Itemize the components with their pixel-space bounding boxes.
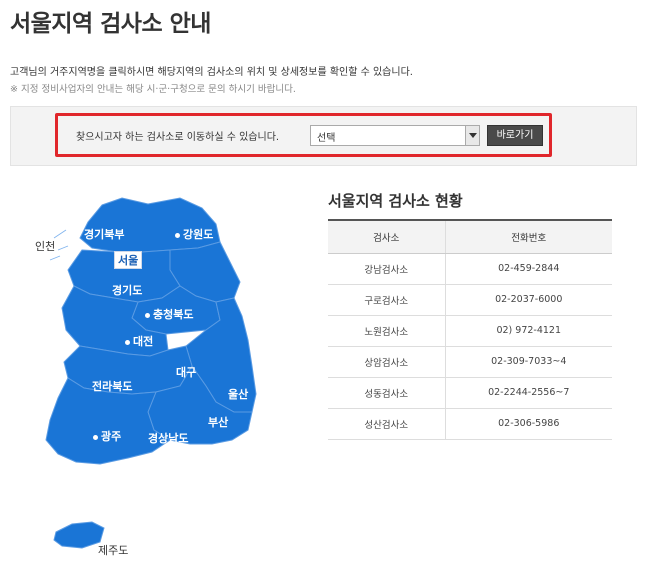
map-label-gyeongnam[interactable]: 경상남도 [148,430,188,446]
table-row: 상암검사소 02-309-7033~4 [328,346,612,378]
station-phone: 02-2037-6000 [445,284,612,316]
map-label-gyeonggi[interactable]: 경기도 [112,282,142,298]
table-row: 성동검사소 02-2244-2556~7 [328,377,612,409]
map-label-daegu[interactable]: 대구 [176,364,196,380]
table-header-row: 검사소 전화번호 [328,219,612,254]
column-header-station: 검사소 [328,219,446,254]
korea-map-graphic [45,197,257,549]
page-title: 서울지역 검사소 안내 [10,11,211,37]
map-label-ulsan[interactable]: 울산 [228,386,248,402]
map-region-north[interactable] [79,197,221,253]
station-name: 강남검사소 [328,253,446,285]
location-dot-icon [93,434,98,440]
notice-text: ※ 지정 정비사업자의 안내는 해당 시·군·구청으로 문의 하시기 바랍니다. [10,84,296,95]
map-label-jeju[interactable]: 제주도 [98,542,128,558]
search-highlight-box: 찾으시고자 하는 검사소로 이동하실 수 있습니다. 선택 바로가기 [55,113,552,157]
location-dot-icon [175,232,180,238]
status-table: 검사소 전화번호 강남검사소 02-459-2844 구로검사소 02-2037… [328,219,612,440]
intro-text: 고객님의 거주지역명을 클릭하시면 해당지역의 검사소의 위치 및 상세정보를 … [10,67,413,78]
map-label-gwangju[interactable]: 광주 [90,428,121,444]
search-panel: 찾으시고자 하는 검사소로 이동하실 수 있습니다. 선택 바로가기 [10,106,637,166]
map-label-daejeon[interactable]: 대전 [122,333,153,349]
station-name: 성산검사소 [328,408,446,440]
station-phone: 02-306-5986 [445,408,612,440]
map-label-chungbuk[interactable]: 충청북도 [142,306,193,322]
table-row: 구로검사소 02-2037-6000 [328,284,612,316]
map-label-gangwon[interactable]: 강원도 [172,226,213,242]
search-label: 찾으시고자 하는 검사소로 이동하실 수 있습니다. [76,132,280,143]
station-name: 상암검사소 [328,346,446,378]
station-phone: 02) 972-4121 [445,315,612,347]
station-name: 구로검사소 [328,284,446,316]
map-label-seoul[interactable]: 서울 [114,251,143,269]
table-row: 강남검사소 02-459-2844 [328,253,612,285]
status-title: 서울지역 검사소 현황 [328,192,463,210]
station-phone: 02-2244-2556~7 [445,377,612,409]
map-label-incheon[interactable]: 인천 [35,238,55,254]
table-row: 노원검사소 02) 972-4121 [328,315,612,347]
map-label-gyeonggi-north[interactable]: 경기북부 [84,226,124,242]
station-name: 성동검사소 [328,377,446,409]
go-button[interactable]: 바로가기 [487,125,543,146]
station-phone: 02-309-7033~4 [445,346,612,378]
column-header-phone: 전화번호 [445,219,612,254]
table-row: 성산검사소 02-306-5986 [328,408,612,440]
station-select-value: 선택 [317,133,336,144]
location-dot-icon [125,339,130,345]
station-name: 노원검사소 [328,315,446,347]
korea-map: 인천 경기북부 강원도 서울 경기도 충청북도 대전 대구 울산 전라북도 부산… [20,190,290,570]
map-region-jeju[interactable] [53,521,105,549]
station-select[interactable]: 선택 [310,125,480,146]
map-label-jeonbuk[interactable]: 전라북도 [92,378,132,394]
map-label-busan[interactable]: 부산 [208,414,228,430]
dropdown-arrow-icon[interactable] [465,126,479,145]
station-phone: 02-459-2844 [445,253,612,285]
location-dot-icon [145,312,150,318]
